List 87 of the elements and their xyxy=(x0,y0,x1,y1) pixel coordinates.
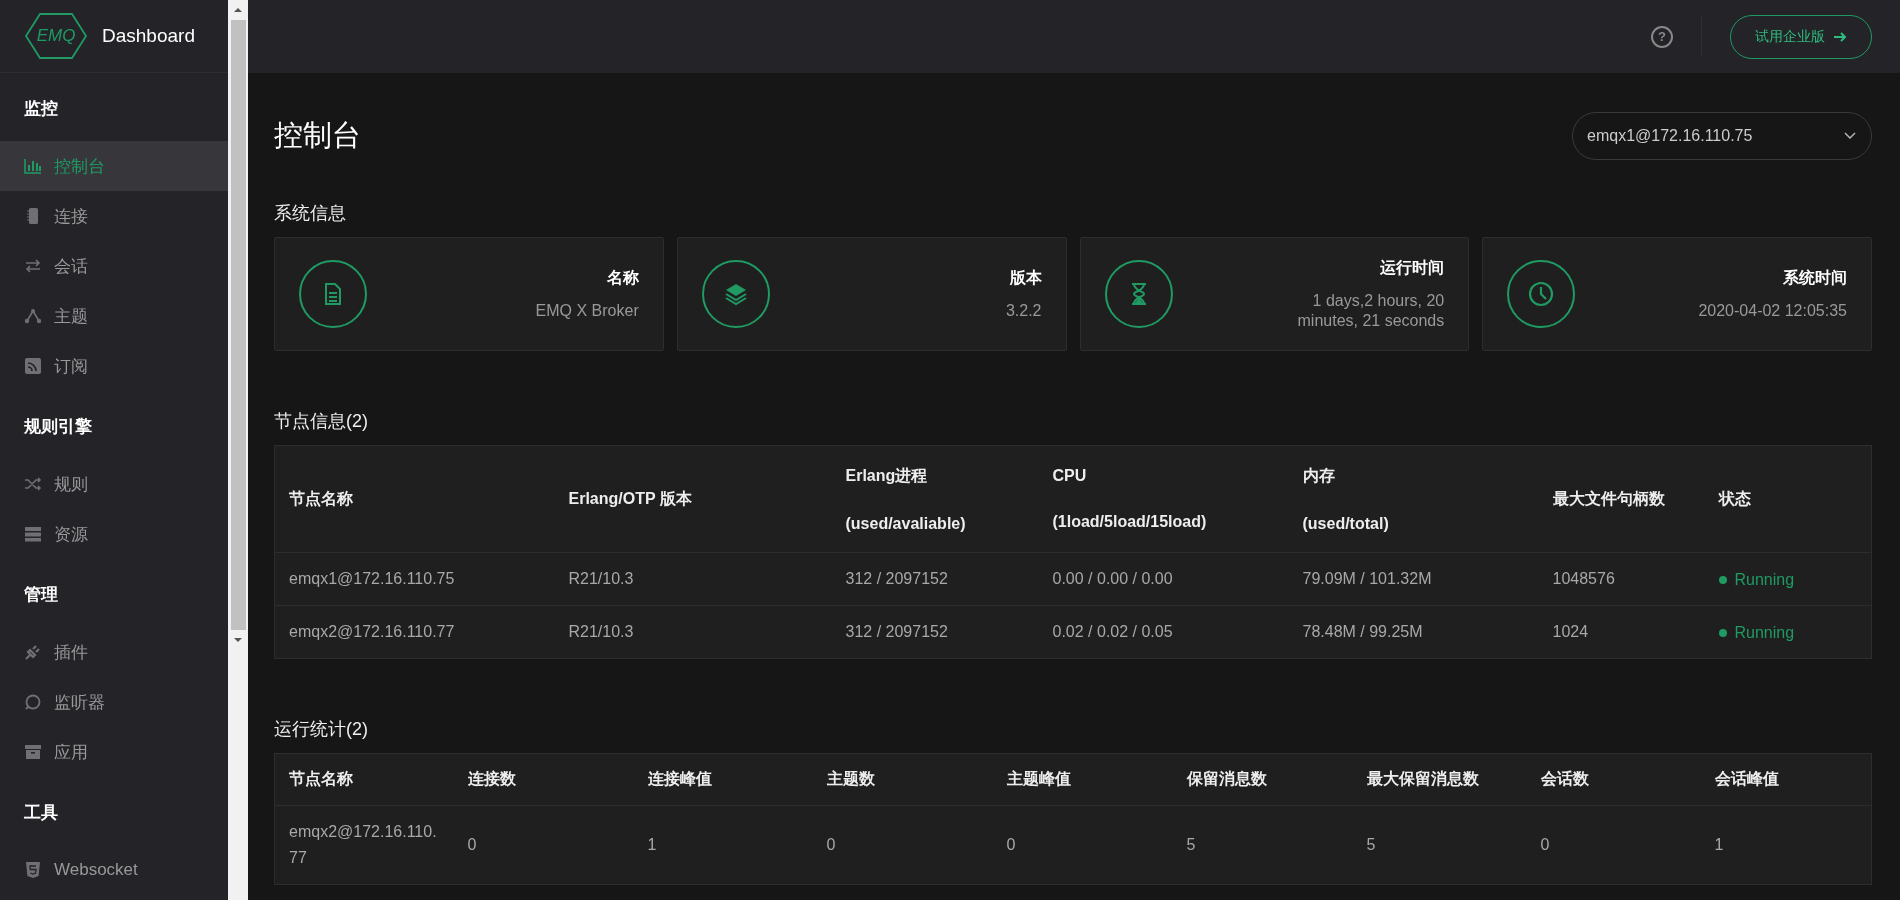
table-cell: R21/10.3 xyxy=(568,570,634,587)
menu-item[interactable]: 主题 xyxy=(0,291,228,341)
column-unit: (used/avaliable) xyxy=(845,514,967,533)
column-header: 最大文件句柄数 xyxy=(1552,488,1666,509)
column-header: 主题数 xyxy=(826,770,875,787)
menu-item[interactable]: 会话 xyxy=(0,241,228,291)
table-cell: 5 xyxy=(1366,836,1376,853)
table-cell: R21/10.3 xyxy=(568,623,634,640)
table-cell: emqx2@172.16.110.77 xyxy=(289,823,437,866)
scrollbar[interactable] xyxy=(228,0,248,900)
menu-item[interactable]: 应用 xyxy=(0,727,228,777)
table-cell: 1024 xyxy=(1552,623,1589,640)
table-cell: 0 xyxy=(467,836,477,853)
column-unit: (used/total) xyxy=(1302,514,1390,533)
shuffle-icon xyxy=(24,475,42,493)
column-header: 状态 xyxy=(1718,488,1752,509)
menu-item[interactable]: 订阅 xyxy=(0,341,228,391)
scrollbar-thumb[interactable] xyxy=(230,20,246,630)
status-dot-icon xyxy=(1718,628,1727,637)
table-cell: 0 xyxy=(826,836,836,853)
column-header: 连接数 xyxy=(467,770,516,787)
status-label: Running xyxy=(1718,623,1795,642)
card-value: EMQ X Broker xyxy=(534,300,639,321)
swap-arrows-icon xyxy=(24,257,42,275)
rss-icon xyxy=(24,357,42,375)
arrow-right-icon xyxy=(1833,29,1847,44)
column-header: 节点名称 xyxy=(289,770,353,787)
logo-icon: EMQ xyxy=(24,12,88,60)
app-title: Dashboard xyxy=(102,25,195,47)
table-cell: 79.09M / 101.32M xyxy=(1302,570,1432,587)
table-cell: 1 xyxy=(647,836,657,853)
section-title: 系统信息 xyxy=(274,202,347,225)
nodes-icon xyxy=(24,307,42,325)
menu-item[interactable]: 插件 xyxy=(0,627,228,677)
table-cell: 0.00 / 0.00 / 0.00 xyxy=(1052,570,1173,587)
section-title: 运行统计(2) xyxy=(274,718,369,741)
menu-item[interactable]: Websocket xyxy=(0,845,228,895)
section-title: 节点信息(2) xyxy=(274,410,369,433)
table-cell: 1048576 xyxy=(1552,570,1615,587)
column-header: 内存 xyxy=(1302,465,1336,486)
column-header: 主题峰值 xyxy=(1006,770,1071,787)
column-header: 节点名称 xyxy=(289,488,354,509)
table-cell: 0.02 / 0.02 / 0.05 xyxy=(1052,623,1173,640)
table-cell: 0 xyxy=(1540,836,1550,853)
table-cell: emqx2@172.16.110.77 xyxy=(289,623,455,640)
table-cell: 312 / 2097152 xyxy=(845,623,948,640)
server-icon xyxy=(24,525,42,543)
help-button[interactable]: ? xyxy=(1651,25,1673,48)
column-header: 最大保留消息数 xyxy=(1366,770,1479,787)
status-label: Running xyxy=(1718,570,1795,589)
card-title: 运行时间 xyxy=(1379,257,1445,278)
menu-group-title: 管理 xyxy=(23,584,59,606)
table-cell: 312 / 2097152 xyxy=(845,570,948,587)
column-header: Erlang进程 xyxy=(845,465,929,486)
ring-icon xyxy=(24,693,42,711)
table-cell: 78.48M / 99.25M xyxy=(1302,623,1423,640)
column-header: 保留消息数 xyxy=(1186,770,1267,787)
column-header: 连接峰值 xyxy=(647,770,712,787)
table-cell: emqx1@172.16.110.75 xyxy=(289,570,455,587)
menu-group-title: 规则引擎 xyxy=(23,416,93,438)
card-value: 3.2.2 xyxy=(1004,300,1042,321)
menu-item[interactable]: 连接 xyxy=(0,191,228,241)
menu-group-title: 工具 xyxy=(23,802,59,824)
table-cell: 5 xyxy=(1186,836,1196,853)
table-cell: 0 xyxy=(1006,836,1016,853)
card-value: 1 days,2 hours, 20 minutes, 21 seconds xyxy=(1296,290,1445,331)
archive-box-icon xyxy=(24,743,42,761)
table-cell: 1 xyxy=(1714,836,1724,853)
plug-icon xyxy=(24,643,42,661)
menu-item[interactable]: 控制台 xyxy=(0,141,228,191)
column-header: 会话数 xyxy=(1540,770,1589,787)
column-unit: (1load/5load/15load) xyxy=(1052,513,1208,531)
html5-shield-icon xyxy=(24,861,42,879)
card-title: 名称 xyxy=(605,267,639,288)
card-title: 系统时间 xyxy=(1782,267,1847,288)
menu-item[interactable]: 监听器 xyxy=(0,677,228,727)
page-title: 控制台 xyxy=(274,118,361,153)
card-value: 2020-04-02 12:05:35 xyxy=(1697,300,1847,321)
column-header: CPU xyxy=(1052,467,1088,485)
column-header: Erlang/OTP 版本 xyxy=(568,488,693,509)
column-header: 会话峰值 xyxy=(1714,770,1779,787)
menu-item[interactable]: 资源 xyxy=(0,509,228,559)
menu-item[interactable]: 规则 xyxy=(0,459,228,509)
menu-group-title: 监控 xyxy=(23,98,59,120)
card-title: 版本 xyxy=(1008,267,1042,288)
status-dot-icon xyxy=(1718,575,1727,584)
bar-chart-icon xyxy=(24,157,42,175)
